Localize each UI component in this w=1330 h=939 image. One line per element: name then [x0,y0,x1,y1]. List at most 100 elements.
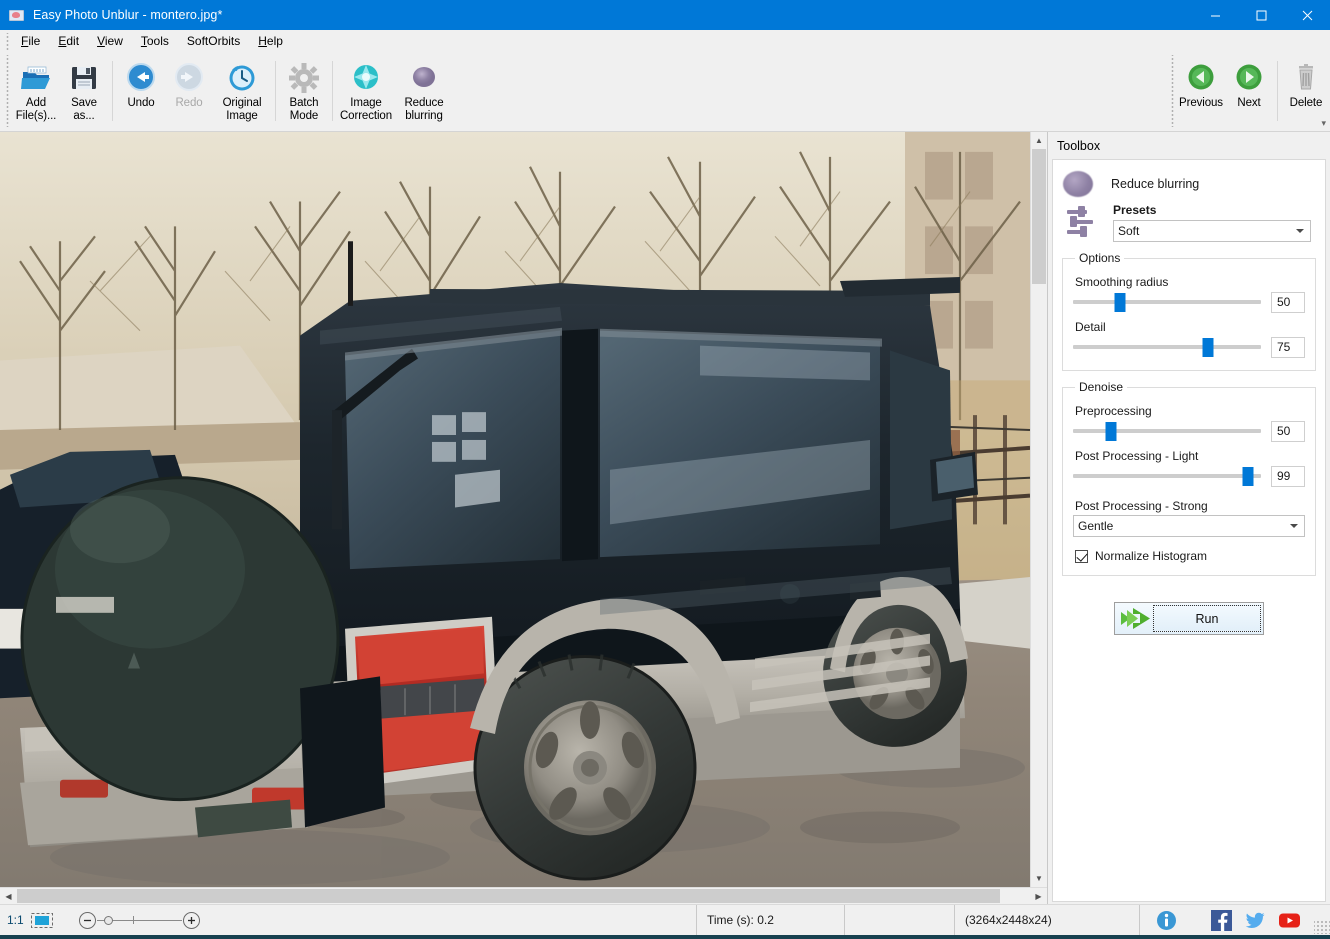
zoom-slider[interactable] [75,911,204,929]
smoothing-radius-value[interactable]: 50 [1271,291,1305,313]
horizontal-scroll-thumb[interactable] [17,889,1000,903]
image-dimensions-label: (3264x2448x24) [955,905,1140,935]
twitter-icon[interactable] [1245,910,1266,931]
next-label: Next [1237,97,1261,109]
horizontal-scrollbar[interactable]: ◀ ▶ [0,887,1047,904]
post-processing-light-row: 99 [1073,465,1305,487]
menu-bar: File Edit View Tools SoftOrbits Help [0,30,1330,53]
image-viewer: HH [0,132,1047,904]
vertical-scroll-thumb[interactable] [1032,149,1046,284]
open-folder-icon [21,66,50,89]
save-as-button[interactable]: Save as... [60,55,108,127]
undo-button[interactable]: Undo [117,55,165,127]
slider-rail [1073,300,1261,304]
chevron-down-icon [1290,524,1298,528]
post-processing-light-thumb[interactable] [1242,467,1254,486]
presets-dropdown[interactable]: Soft [1113,220,1311,242]
menu-item-view[interactable]: View [88,31,132,52]
post-processing-light-slider[interactable] [1073,465,1261,487]
add-files-button[interactable]: Add File(s)... [12,55,60,127]
zoom-in-button[interactable] [182,911,200,929]
original-image-button[interactable]: Original Image [213,55,271,127]
menu-item-softorbits[interactable]: SoftOrbits [178,31,249,52]
detail-thumb[interactable] [1202,338,1214,357]
redo-button[interactable]: Redo [165,55,213,127]
scroll-up-arrow-icon[interactable]: ▲ [1031,132,1047,149]
scroll-right-arrow-icon[interactable]: ▶ [1030,888,1047,904]
close-button[interactable] [1284,0,1330,30]
status-empty-cell-2 [845,905,955,935]
toolbar-separator-2 [275,61,276,121]
zoom-out-button[interactable] [78,911,96,929]
chevron-down-icon [1296,229,1304,233]
normalize-histogram-checkbox[interactable] [1075,549,1088,563]
options-group: Options Smoothing radius 50 Detail 75 [1062,251,1316,371]
menu-item-edit[interactable]: Edit [49,31,88,52]
run-button-face[interactable]: Run [1153,605,1261,632]
maximize-button[interactable] [1238,0,1284,30]
info-icon[interactable] [1156,910,1177,931]
green-run-arrow-icon [1121,608,1150,629]
horizontal-scroll-track[interactable] [17,888,1030,904]
vertical-scroll-track[interactable] [1031,149,1047,870]
detail-label: Detail [1075,320,1106,334]
scroll-down-arrow-icon[interactable]: ▼ [1031,870,1047,887]
window-bottom-border [0,935,1330,939]
image-correction-button[interactable]: Image Correction [337,55,395,127]
reduce-blurring-button[interactable]: Reduce blurring [395,55,453,127]
facebook-icon[interactable] [1211,909,1232,931]
smoothing-radius-label: Smoothing radius [1075,275,1169,289]
vertical-scrollbar[interactable]: ▲ ▼ [1030,132,1047,887]
preprocessing-label: Preprocessing [1075,404,1152,418]
denoise-group: Denoise Preprocessing 50 Post Processing… [1062,380,1316,576]
scroll-left-arrow-icon[interactable]: ◀ [0,888,17,904]
denoise-legend: Denoise [1079,380,1124,394]
preprocessing-value[interactable]: 50 [1271,420,1305,442]
gear-icon [289,63,319,93]
youtube-icon[interactable] [1279,910,1300,931]
batch-mode-label: Batch Mode [289,97,319,122]
normalize-histogram-label: Normalize Histogram [1095,549,1208,563]
previous-button[interactable]: Previous [1177,55,1225,127]
run-button[interactable]: Run [1114,602,1264,635]
resize-grip-icon[interactable] [1314,920,1330,934]
run-label: Run [1195,611,1219,626]
smoothing-radius-slider[interactable] [1073,291,1261,313]
smoothing-radius-row: 50 [1073,291,1305,313]
preprocessing-slider[interactable] [1073,420,1261,442]
toolbar-overflow-icon[interactable]: ▾ [1321,118,1326,129]
slider-rail [1073,345,1261,349]
menu-label-view: iew [104,34,123,48]
processing-time-label: Time (s): 0.2 [697,905,845,935]
detail-value[interactable]: 75 [1271,336,1305,358]
fit-to-window-icon[interactable] [30,912,53,928]
minimize-button[interactable] [1192,0,1238,30]
normalize-histogram-row[interactable]: Normalize Histogram [1075,549,1305,563]
image-canvas[interactable]: HH [0,132,1030,887]
menu-item-tools[interactable]: Tools [132,31,178,52]
zoom-controls: 1:1 [0,905,204,935]
trash-can-icon [1299,64,1313,90]
menu-label-tools: ools [146,34,169,48]
smoothing-radius-thumb[interactable] [1114,293,1126,312]
menu-item-help[interactable]: Help [249,31,292,52]
presets-field: Presets Soft [1113,203,1325,242]
post-processing-strong-dropdown[interactable]: Gentle [1073,515,1305,537]
preprocessing-thumb[interactable] [1105,422,1117,441]
delete-button[interactable]: Delete [1282,55,1330,127]
zoom-slider-thumb[interactable] [104,915,114,925]
slider-rail [1073,474,1261,478]
window-title: Easy Photo Unblur - montero.jpg* [33,8,223,22]
menu-label-edit: dit [66,34,80,48]
toolbox-panel: Toolbox Reduce blurring Presets Soft Opt… [1047,132,1330,904]
application-window: Easy Photo Unblur - montero.jpg* File Ed… [0,0,1330,939]
detail-slider[interactable] [1073,336,1261,358]
toolbox-title: Toolbox [1048,132,1330,159]
menu-item-file[interactable]: File [12,31,49,52]
batch-mode-button[interactable]: Batch Mode [280,55,328,127]
next-button[interactable]: Next [1225,55,1273,127]
zoom-slider-track[interactable] [96,915,182,925]
toolbox-body: Reduce blurring Presets Soft Options Smo… [1052,159,1326,902]
undo-arrow-icon [127,63,155,91]
post-processing-light-value[interactable]: 99 [1271,465,1305,487]
